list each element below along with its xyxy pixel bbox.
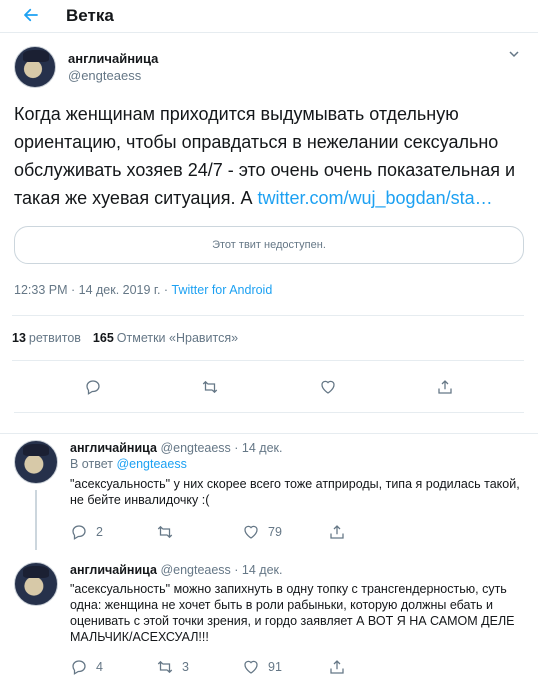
reply-tweet[interactable]: англичайница @engteaess · 14 дек. "асекс… bbox=[14, 562, 524, 676]
timestamp[interactable]: 12:33 PM · 14 дек. 2019 г. · bbox=[14, 283, 172, 297]
tweet-meta: 12:33 PM · 14 дек. 2019 г. · Twitter for… bbox=[14, 283, 524, 301]
in-reply-label: В ответ bbox=[70, 457, 117, 471]
reply-like-button[interactable]: 79 bbox=[242, 523, 328, 541]
reply-like-button[interactable]: 91 bbox=[242, 658, 328, 676]
reply-icon bbox=[72, 525, 86, 540]
reply-header: англичайница @engteaess · 14 дек. bbox=[70, 440, 524, 456]
heart-icon bbox=[244, 525, 258, 539]
engagement-counts: 13 ретвитов 165 Отметки «Нравится» bbox=[12, 315, 524, 361]
reply-actions: 4 3 91 bbox=[70, 658, 524, 676]
section-divider bbox=[0, 426, 538, 434]
avatar[interactable] bbox=[14, 46, 56, 88]
likes-count: 165 bbox=[92, 331, 114, 345]
share-icon bbox=[330, 525, 344, 539]
reply-share-button[interactable] bbox=[328, 658, 414, 676]
likes-label: Отметки «Нравится» bbox=[116, 331, 239, 345]
reply-icon[interactable] bbox=[84, 378, 102, 396]
reply-tweet[interactable]: англичайница @engteaess · 14 дек. В отве… bbox=[14, 440, 524, 550]
top-bar: Ветка bbox=[0, 0, 538, 33]
share-icon bbox=[330, 660, 344, 674]
reply-display-name[interactable]: англичайница bbox=[70, 563, 157, 577]
likes-stat[interactable]: 165 Отметки «Нравится» bbox=[93, 331, 238, 345]
reply-actions: 2 79 bbox=[70, 523, 524, 541]
reply-text: "асексуальность" у них скорее всего тоже… bbox=[70, 477, 520, 507]
heart-icon[interactable] bbox=[319, 378, 337, 396]
reply-retweet-button[interactable] bbox=[156, 523, 242, 541]
avatar[interactable] bbox=[14, 440, 58, 484]
retweets-stat[interactable]: 13 ретвитов bbox=[12, 331, 81, 345]
mention-link[interactable]: @engteaess bbox=[116, 457, 186, 471]
reply-header: англичайница @engteaess · 14 дек. bbox=[70, 562, 524, 578]
reply-share-button[interactable] bbox=[328, 523, 414, 541]
tweet-text: Когда женщинам приходится выдумывать отд… bbox=[14, 100, 524, 212]
reply-meta[interactable]: @engteaess · 14 дек. bbox=[160, 441, 282, 455]
retweet-icon bbox=[157, 525, 173, 539]
reply-icon bbox=[72, 660, 86, 675]
chevron-down-icon[interactable] bbox=[508, 48, 520, 63]
main-tweet: англичайница @engteaess Когда женщинам п… bbox=[0, 34, 538, 413]
reply-meta[interactable]: @engteaess · 14 дек. bbox=[160, 563, 282, 577]
reply-text: "асексуальность" можно запихнуть в одну … bbox=[70, 582, 515, 644]
retweet-icon bbox=[157, 660, 173, 674]
back-arrow-icon[interactable] bbox=[16, 0, 46, 30]
reply-reply-button[interactable]: 2 bbox=[70, 523, 156, 541]
tweet-link[interactable]: twitter.com/wuj_bogdan/sta… bbox=[258, 188, 493, 208]
reply-reply-button[interactable]: 4 bbox=[70, 658, 156, 676]
retweet-icon[interactable] bbox=[201, 378, 219, 396]
like-count: 91 bbox=[268, 660, 282, 674]
reply-count: 2 bbox=[96, 525, 103, 539]
unavailable-quote-card: Этот твит недоступен. bbox=[14, 226, 524, 264]
author-display-name[interactable]: англичайница bbox=[68, 50, 158, 67]
source-link[interactable]: Twitter for Android bbox=[172, 283, 273, 297]
retweets-count: 13 bbox=[12, 331, 26, 345]
in-reply-to: В ответ @engteaess bbox=[70, 456, 524, 473]
tweet-actions bbox=[14, 361, 524, 413]
share-icon[interactable] bbox=[436, 378, 454, 396]
retweets-label: ретвитов bbox=[28, 331, 81, 345]
like-count: 79 bbox=[268, 525, 282, 539]
thread-line bbox=[35, 490, 37, 550]
retweet-count: 3 bbox=[182, 660, 189, 674]
tweet-author: англичайница @engteaess bbox=[14, 34, 524, 100]
page-title: Ветка bbox=[66, 6, 114, 25]
reply-display-name[interactable]: англичайница bbox=[70, 441, 157, 455]
reply-count: 4 bbox=[96, 660, 103, 674]
author-handle[interactable]: @engteaess bbox=[68, 67, 158, 84]
avatar[interactable] bbox=[14, 562, 58, 606]
heart-icon bbox=[244, 660, 258, 674]
reply-retweet-button[interactable]: 3 bbox=[156, 658, 242, 676]
